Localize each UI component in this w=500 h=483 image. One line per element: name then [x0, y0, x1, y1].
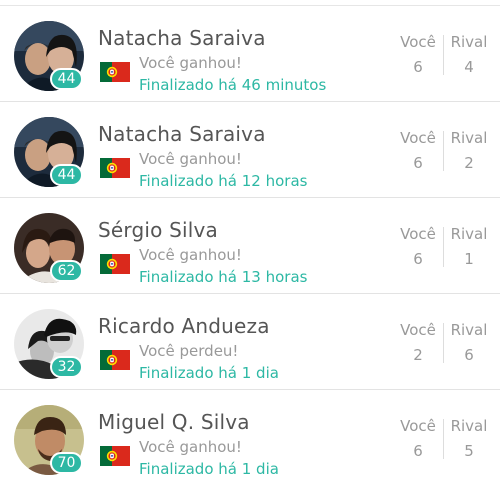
match-row[interactable]: 70 Miguel Q. Silva Você ganhou! Finaliza… — [0, 390, 500, 483]
finished-time: Finalizado há 12 horas — [139, 172, 308, 190]
level-badge: 44 — [50, 68, 83, 90]
match-result: Você perdeu! — [139, 342, 239, 360]
player-name: Sérgio Silva — [98, 218, 219, 242]
rival-label: Rival — [450, 129, 488, 147]
finished-time: Finalizado há 1 dia — [139, 364, 279, 382]
rival-label: Rival — [450, 417, 488, 435]
rival-score-value: 5 — [464, 442, 474, 460]
you-label: Você — [400, 417, 436, 435]
player-name: Ricardo Andueza — [98, 314, 270, 338]
rival-score: Rival 4 — [445, 33, 493, 76]
portugal-flag-icon — [100, 446, 130, 466]
match-row[interactable]: 44 Natacha Saraiva Você ganhou! Finaliza… — [0, 6, 500, 102]
match-result: Você ganhou! — [139, 54, 242, 72]
finished-time: Finalizado há 13 horas — [139, 268, 308, 286]
your-score: Você 2 — [394, 321, 442, 364]
player-name: Natacha Saraiva — [98, 26, 266, 50]
your-score: Você 6 — [394, 225, 442, 268]
portugal-flag-icon — [100, 62, 130, 82]
match-row[interactable]: 32 Ricardo Andueza Você perdeu! Finaliza… — [0, 294, 500, 390]
you-score-value: 6 — [413, 58, 423, 76]
score-divider — [443, 227, 444, 267]
portugal-flag-icon — [100, 158, 130, 178]
rival-score: Rival 1 — [445, 225, 493, 268]
rival-score: Rival 5 — [445, 417, 493, 460]
your-score: Você 6 — [394, 33, 442, 76]
match-row[interactable]: 62 Sérgio Silva Você ganhou! Finalizado … — [0, 198, 500, 294]
rival-score: Rival 2 — [445, 129, 493, 172]
player-name: Natacha Saraiva — [98, 122, 266, 146]
rival-score-value: 2 — [464, 154, 474, 172]
rival-score-value: 6 — [464, 346, 474, 364]
your-score: Você 6 — [394, 417, 442, 460]
match-row[interactable]: 44 Natacha Saraiva Você ganhou! Finaliza… — [0, 102, 500, 198]
score-divider — [443, 131, 444, 171]
you-score-value: 6 — [413, 442, 423, 460]
finished-time: Finalizado há 1 dia — [139, 460, 279, 478]
you-score-value: 6 — [413, 250, 423, 268]
match-result: Você ganhou! — [139, 150, 242, 168]
rival-score-value: 1 — [464, 250, 474, 268]
score-divider — [443, 323, 444, 363]
you-label: Você — [400, 33, 436, 51]
match-result: Você ganhou! — [139, 438, 242, 456]
rival-label: Rival — [450, 321, 488, 339]
rival-score: Rival 6 — [445, 321, 493, 364]
you-label: Você — [400, 129, 436, 147]
score-divider — [443, 419, 444, 459]
you-score-value: 2 — [413, 346, 423, 364]
match-history-list: 44 Natacha Saraiva Você ganhou! Finaliza… — [0, 0, 500, 483]
level-badge: 32 — [50, 356, 83, 378]
portugal-flag-icon — [100, 350, 130, 370]
match-result: Você ganhou! — [139, 246, 242, 264]
your-score: Você 6 — [394, 129, 442, 172]
rival-label: Rival — [450, 225, 488, 243]
you-score-value: 6 — [413, 154, 423, 172]
player-name: Miguel Q. Silva — [98, 410, 250, 434]
level-badge: 44 — [50, 164, 83, 186]
level-badge: 70 — [50, 452, 83, 474]
you-label: Você — [400, 225, 436, 243]
finished-time: Finalizado há 46 minutos — [139, 76, 327, 94]
portugal-flag-icon — [100, 254, 130, 274]
you-label: Você — [400, 321, 436, 339]
rival-label: Rival — [450, 33, 488, 51]
rival-score-value: 4 — [464, 58, 474, 76]
level-badge: 62 — [50, 260, 83, 282]
score-divider — [443, 35, 444, 75]
